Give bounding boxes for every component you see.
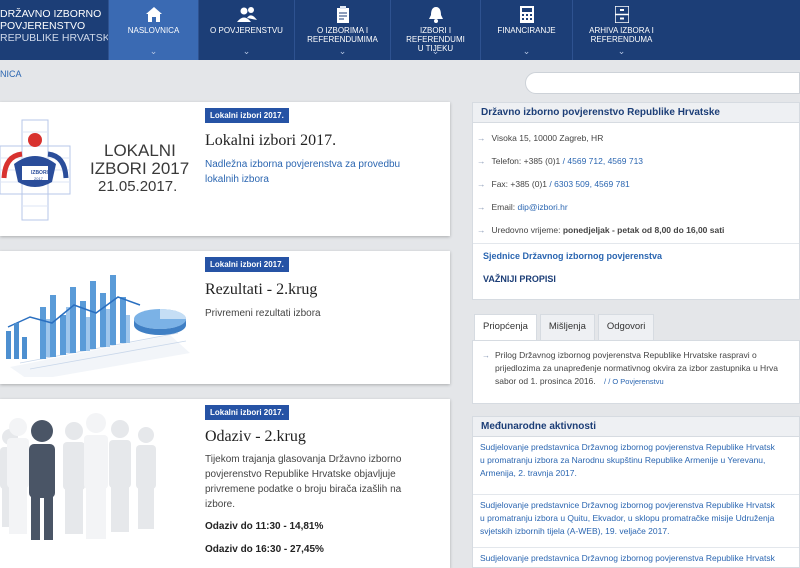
contact-panel: Državno izborno povjerenstvo Republike H…: [472, 102, 800, 300]
card-description[interactable]: Tijekom trajanja glasovanja Državno izbo…: [205, 452, 420, 512]
breadcrumb[interactable]: NICA: [0, 69, 22, 79]
intl-item-3[interactable]: Sudjelovanje predstavnica Državnog izbor…: [480, 552, 800, 565]
nav-label: IZBORI I REFERENDUMI: [406, 26, 465, 44]
vazniji-propisi-link[interactable]: VAŽNIJI PROPISI: [483, 274, 556, 284]
home-icon: [145, 7, 162, 22]
chevron-down-icon: ⌄: [522, 46, 531, 56]
nav-label-2: REFERENDUMIMA: [307, 35, 378, 44]
nav-item-arhiva[interactable]: ARHIVA IZBORA I REFERENDUMA ⌄: [572, 0, 670, 60]
turnout-stat-1: Odaziv do 11:30 - 14,81%: [205, 521, 324, 532]
brand-line-2: POVJERENSTVO: [0, 20, 86, 32]
logo-line-1: LOKALNI: [104, 141, 176, 160]
nav-item-naslovnica[interactable]: NASLOVNICA ⌄: [108, 0, 198, 60]
card-description[interactable]: Nadležna izborna povjerenstva za provedb…: [205, 157, 415, 187]
nav-label: O POVJERENSTVU: [210, 26, 283, 35]
nav-item-izbori-u-tijeku[interactable]: IZBORI I REFERENDUMI U TIJEKU ⌄: [390, 0, 480, 60]
bell-icon: [428, 7, 443, 23]
card-tag[interactable]: Lokalni izbori 2017.: [205, 405, 289, 420]
archive-icon: [614, 6, 629, 23]
phone-link[interactable]: 4569 712, 4569 713: [567, 156, 643, 166]
logo-badge-text-2: 2017: [34, 176, 43, 181]
sjednice-link[interactable]: Sjednice Državnog izbornog povjerenstva: [483, 251, 662, 261]
results-chart-image: [6, 275, 190, 377]
chevron-down-icon: ⌄: [242, 46, 251, 56]
calculator-icon: [519, 6, 534, 23]
turnout-figures-image: [0, 413, 156, 540]
tab-priopcenja[interactable]: Priopćenja: [474, 314, 537, 340]
news-card-odaziv[interactable]: Lokalni izbori 2017. Odaziv - 2.krug Tij…: [0, 399, 450, 568]
tab-odgovori[interactable]: Odgovori: [597, 314, 655, 340]
contact-email: → Email: dip@izbori.hr: [477, 202, 568, 212]
nav-label: ARHIVA IZBORA I: [589, 26, 654, 35]
top-navigation-bar: DRŽAVNO IZBORNO POVJERENSTVO REPUBLIKE H…: [0, 0, 800, 60]
news-item[interactable]: Prilog Državnog izbornog povjerenstva Re…: [495, 349, 778, 388]
news-meta[interactable]: / / O Povjerenstvu: [604, 377, 664, 386]
search-input[interactable]: [525, 72, 800, 94]
clipboard-icon: [336, 6, 349, 23]
card-tag[interactable]: Lokalni izbori 2017.: [205, 257, 289, 272]
brand-line-1: DRŽAVNO IZBORNO: [0, 8, 102, 20]
contact-fax: → Fax: +385 (0)1 / 6303 509, 4569 781: [477, 179, 630, 189]
intl-item-2[interactable]: Sudjelovanje predstavnice Državnog izbor…: [480, 499, 800, 538]
intl-panel: Međunarodne aktivnosti: [472, 416, 800, 568]
nav-item-financiranje[interactable]: FINANCIRANJE ⌄: [480, 0, 572, 60]
nav-label: NASLOVNICA: [127, 26, 180, 35]
nav-label: FINANCIRANJE: [497, 26, 556, 35]
chevron-down-icon: ⌄: [149, 46, 158, 56]
site-logo-text[interactable]: DRŽAVNO IZBORNO POVJERENSTVO REPUBLIKE H…: [0, 8, 117, 44]
nav-item-o-izborima[interactable]: O IZBORIMA I REFERENDUMIMA ⌄: [294, 0, 390, 60]
nav-label-2: REFERENDUMA: [590, 35, 653, 44]
news-tabs: Priopćenja Mišljenja Odgovori: [474, 314, 655, 340]
main-nav: NASLOVNICA ⌄ O POVJERENSTVU ⌄ O IZBORIMA…: [108, 0, 670, 60]
bullet-arrow: →: [482, 351, 490, 360]
people-icon: [236, 7, 257, 22]
contact-phone: → Telefon: +385 (0)1 / 4569 712, 4569 713: [477, 156, 644, 166]
intl-panel-title: Međunarodne aktivnosti: [473, 417, 799, 437]
chevron-down-icon: ⌄: [338, 46, 347, 56]
email-link[interactable]: dip@izbori.hr: [518, 202, 568, 212]
news-card-lokalni-izbori[interactable]: IZBORI 2017 LOKALNI IZBORI 2017 21.05.20…: [0, 102, 450, 236]
turnout-stat-2: Odaziv do 16:30 - 27,45%: [205, 544, 324, 555]
card-title[interactable]: Rezultati - 2.krug: [205, 281, 317, 299]
chevron-down-icon: ⌄: [617, 46, 626, 56]
logo-wordmark: LOKALNI IZBORI 2017 21.05.2017.: [90, 142, 189, 196]
news-card-rezultati[interactable]: Lokalni izbori 2017. Rezultati - 2.krug …: [0, 251, 450, 384]
card-title[interactable]: Odaziv - 2.krug: [205, 428, 306, 446]
nav-label: O IZBORIMA I: [316, 26, 369, 35]
card-title[interactable]: Lokalni izbori 2017.: [205, 132, 336, 150]
intl-item-1[interactable]: Sudjelovanje predstavnica Državnog izbor…: [480, 441, 800, 480]
logo-line-3: 21.05.2017.: [98, 178, 178, 195]
contact-panel-title: Državno izborno povjerenstvo Republike H…: [473, 103, 799, 123]
card-description[interactable]: Privremeni rezultati izbora: [205, 306, 415, 321]
card-tag[interactable]: Lokalni izbori 2017.: [205, 108, 289, 123]
logo-line-2: IZBORI 2017: [90, 159, 190, 178]
contact-hours: → Uredovno vrijeme: ponedjeljak - petak o…: [477, 225, 725, 235]
fax-link[interactable]: 6303 509, 4569 781: [554, 179, 630, 189]
brand-line-3: REPUBLIKE HRVATSKE: [0, 32, 117, 44]
news-panel: → Prilog Državnog izbornog povjerenstva …: [472, 340, 800, 404]
tab-misljenja[interactable]: Mišljenja: [539, 314, 595, 340]
chevron-down-icon: ⌄: [431, 46, 440, 56]
contact-address: → Visoka 15, 10000 Zagreb, HR: [477, 133, 604, 143]
nav-item-o-povjerenstvu[interactable]: O POVJERENSTVU ⌄: [198, 0, 294, 60]
